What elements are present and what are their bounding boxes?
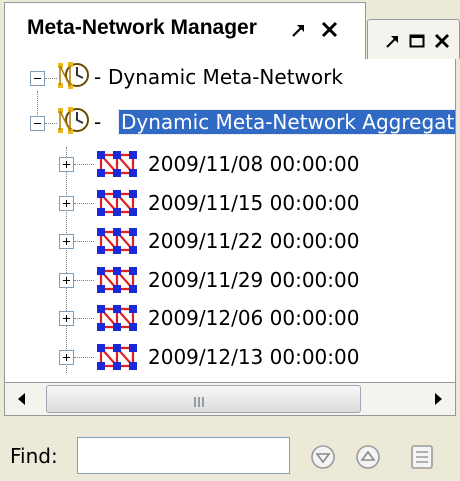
tab-strip: Meta-Network Manager [0,0,460,60]
tree-node-label: 2009/11/15 00:00:00 [148,191,360,215]
tree-connector [74,318,94,319]
tab-secondary[interactable] [367,19,460,59]
find-list-icon[interactable] [409,444,435,470]
dynamic-meta-network-icon [57,106,91,140]
find-input[interactable] [77,437,290,474]
tree-node-time-slice[interactable]: 2009/12/13 00:00:00 [5,339,455,375]
find-previous-icon[interactable] [355,444,381,470]
meta-network-icon [94,226,140,260]
expand-toggle[interactable] [59,273,74,288]
meta-network-icon [94,265,140,299]
tree-node-label: 2009/11/22 00:00:00 [148,229,360,253]
tree-node-label-selected: Dynamic Meta-Network Aggregated [117,109,455,135]
tree-connector [74,164,94,165]
tree-node-label: 2009/11/08 00:00:00 [148,152,360,176]
tree-connector [74,280,94,281]
tree-node-time-slice[interactable]: 2009/11/15 00:00:00 [5,185,455,221]
scroll-thumb[interactable] [46,385,361,413]
meta-network-icon [94,342,140,376]
grip-icon [193,393,207,412]
tree-node-label: 2009/12/06 00:00:00 [148,306,360,330]
tree-connector [74,241,94,242]
maximize-icon[interactable] [408,32,426,54]
tree-node-dynamic-meta-network[interactable]: - Dynamic Meta-Network [5,59,455,95]
find-label: Find: [10,444,58,468]
close-icon[interactable] [319,19,341,45]
tree-node-time-slice[interactable]: 2009/11/08 00:00:00 [5,146,455,182]
meta-network-manager-panel: Meta-Network Manager - Dynamic Meta-Netw… [0,0,460,481]
meta-network-icon [94,149,140,183]
tree-connector [74,357,94,358]
tree-node-time-slice[interactable]: 2009/11/22 00:00:00 [5,223,455,259]
collapse-toggle[interactable] [30,116,45,131]
scroll-left-icon[interactable] [5,383,39,415]
horizontal-scrollbar[interactable] [4,382,456,416]
tree-connector [74,203,94,204]
expand-toggle[interactable] [59,157,74,172]
panel-title: Meta-Network Manager [27,16,257,39]
expand-toggle[interactable] [59,196,74,211]
meta-network-tree[interactable]: - Dynamic Meta-Network - Dynamic Meta-Ne… [4,59,456,382]
tree-node-time-slice[interactable]: 2009/12/06 00:00:00 [5,300,455,336]
tab-meta-network-manager[interactable]: Meta-Network Manager [4,2,366,60]
find-bar: Find: [0,418,460,481]
meta-network-icon [94,188,140,222]
expand-toggle[interactable] [59,311,74,326]
expand-toggle[interactable] [59,234,74,249]
collapse-toggle[interactable] [30,71,45,86]
node-prefix: - [94,110,102,134]
tree-node-label: Dynamic Meta-Network [108,65,343,89]
tree-node-dynamic-meta-network-aggregated[interactable]: - Dynamic Meta-Network Aggregated [5,105,455,141]
undock-icon[interactable] [384,32,402,54]
tree-node-label: 2009/11/29 00:00:00 [148,268,360,292]
tree-node-time-slice[interactable]: 2009/11/29 00:00:00 [5,262,455,298]
node-prefix: - [94,65,102,89]
scroll-right-icon[interactable] [421,383,455,415]
undock-icon[interactable] [289,20,309,44]
tree-connector [45,123,57,124]
close-icon[interactable] [432,31,452,55]
expand-toggle[interactable] [59,350,74,365]
find-next-icon[interactable] [310,444,336,470]
dynamic-meta-network-icon [57,61,91,95]
tree-connector [45,78,57,79]
meta-network-icon [94,303,140,337]
tree-node-label: 2009/12/13 00:00:00 [148,345,360,369]
